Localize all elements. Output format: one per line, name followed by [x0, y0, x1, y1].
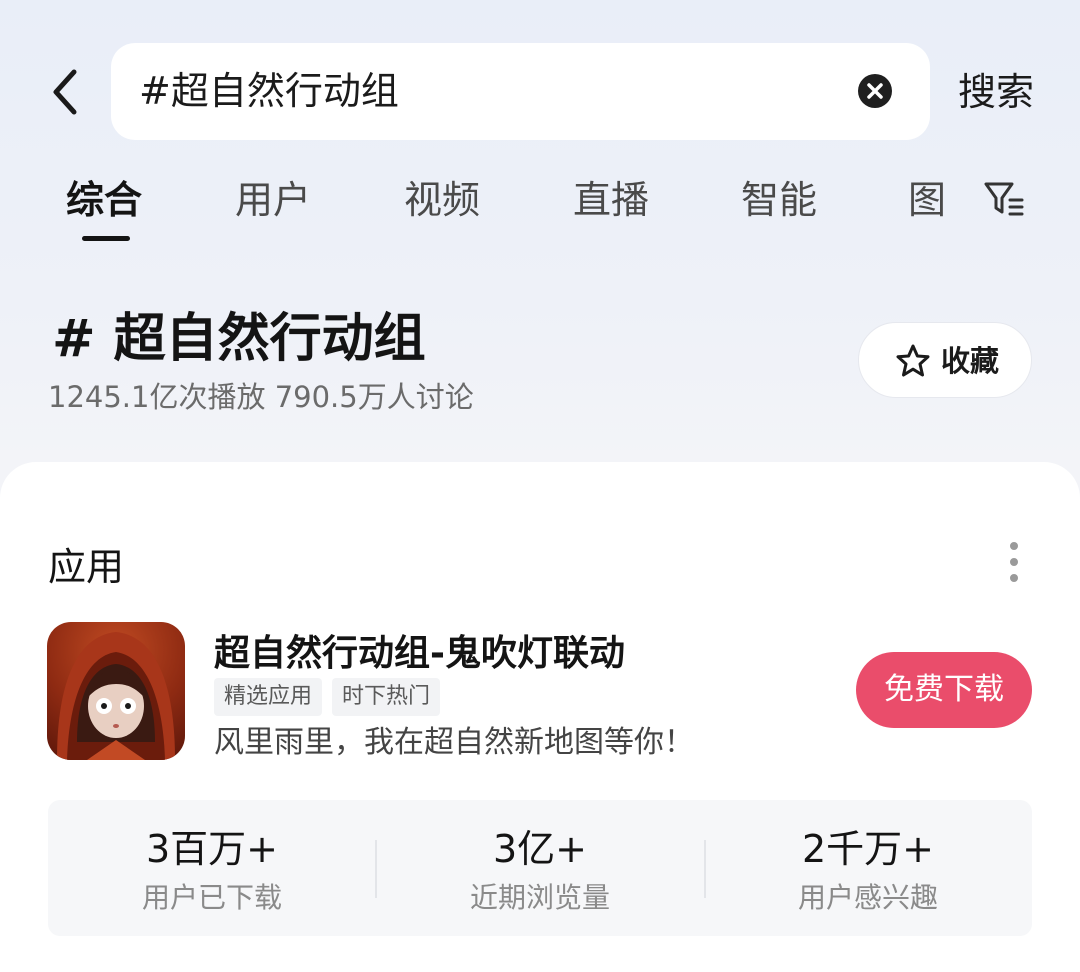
app-description: 风里雨里，我在超自然新地图等你！	[214, 725, 694, 760]
favorite-label: 收藏	[941, 344, 1000, 378]
stat-label: 用户感兴趣	[797, 881, 938, 914]
star-outline-icon	[896, 344, 930, 377]
stat-interested: 2千万+ 用户感兴趣	[704, 800, 1032, 936]
filter-icon	[984, 182, 1024, 216]
download-button[interactable]: 免费下载	[856, 652, 1032, 728]
app-tag-featured: 精选应用	[214, 678, 323, 716]
game-character-icon	[57, 632, 175, 760]
back-button[interactable]	[40, 62, 96, 122]
favorite-button[interactable]: 收藏	[858, 322, 1032, 398]
tab-images[interactable]: 图	[908, 170, 946, 230]
app-name[interactable]: 超自然行动组-鬼吹灯联动	[214, 628, 625, 680]
tab-bar: 综合 用户 视频 直播 智能 图	[0, 170, 1080, 250]
filter-button[interactable]	[982, 178, 1026, 222]
topic-title: # 超自然行动组	[52, 309, 426, 369]
app-icon[interactable]	[47, 622, 185, 760]
apps-card: 应用 超自然行动组-鬼吹灯联动 精选应用 时下热门 风里雨里，我在超自然新地图等…	[0, 462, 1080, 972]
stat-value: 2千万+	[801, 827, 935, 871]
search-button[interactable]: 搜索	[958, 62, 1034, 122]
stat-label: 近期浏览量	[469, 881, 610, 914]
search-header: #超自然行动组 搜索	[0, 0, 1080, 140]
tab-live[interactable]: 直播	[573, 170, 649, 230]
stat-downloads: 3百万+ 用户已下载	[48, 800, 376, 936]
stat-value: 3百万+	[145, 827, 279, 871]
more-vertical-icon	[1010, 542, 1018, 550]
app-tag-trending: 时下热门	[332, 678, 441, 716]
tab-comprehensive[interactable]: 综合	[66, 170, 142, 230]
tab-smart[interactable]: 智能	[741, 170, 817, 230]
active-tab-indicator	[82, 236, 130, 241]
app-stats: 3百万+ 用户已下载 3亿+ 近期浏览量 2千万+ 用户感兴趣	[48, 800, 1032, 936]
stat-value: 3亿+	[492, 827, 588, 871]
stat-label: 用户已下载	[141, 881, 282, 914]
more-options-button[interactable]	[1002, 542, 1026, 582]
chevron-left-icon	[53, 69, 77, 115]
clear-search-button[interactable]	[858, 74, 892, 108]
tab-videos[interactable]: 视频	[404, 170, 480, 230]
close-icon	[867, 83, 883, 99]
tab-users[interactable]: 用户	[235, 170, 311, 230]
section-title: 应用	[48, 545, 125, 589]
search-query-text: #超自然行动组	[139, 69, 399, 113]
topic-stats: 1245.1亿次播放 790.5万人讨论	[48, 380, 474, 414]
stat-views: 3亿+ 近期浏览量	[376, 800, 704, 936]
search-input[interactable]: #超自然行动组	[111, 43, 930, 140]
